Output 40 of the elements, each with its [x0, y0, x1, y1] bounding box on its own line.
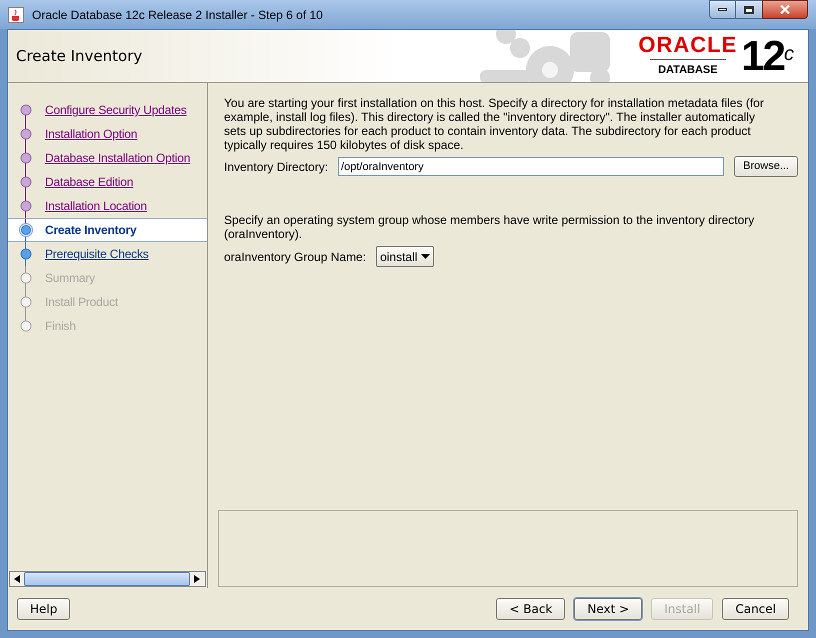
step-dot-icon [19, 151, 33, 165]
close-icon [780, 5, 790, 14]
intro-text: You are starting your first installation on this host. Specify a directory for installation metadata files (for example, install log files). This directory is called the "inventory directory". The installer automatically sets up subdirectories for each product to contain inventory data. The subdirectory for each product typically requires 150 kilobytes of disk space. [223, 96, 765, 152]
field-label: oraInventory Group Name: [224, 248, 366, 266]
brand-text: ORACLE [638, 34, 738, 56]
wizard-button[interactable]: Cancel [722, 598, 789, 620]
step-link[interactable]: Database Edition [45, 173, 134, 191]
group-intro-text: Specify an operating system group whose members have write permission to the inventory directory (oraInventory). [223, 213, 756, 241]
step-link: Summary [45, 270, 95, 287]
step-link[interactable]: Database Installation Option [45, 149, 190, 167]
window-title: Oracle Database 12c Release 2 Installer - Step 6 of 10 [32, 6, 324, 24]
group-name-dropdown[interactable]: oinstall [376, 246, 434, 267]
version-text: 12$^{c}$ [741, 35, 792, 77]
step-dot-icon [19, 223, 33, 237]
help-button[interactable]: Help [17, 598, 70, 620]
dropdown-caret-icon [421, 254, 430, 259]
java-cup-icon [8, 6, 24, 22]
close-button[interactable] [762, 0, 808, 19]
step-dot-icon [19, 127, 33, 141]
step-link: Install Product [45, 294, 118, 311]
wizard-button[interactable]: Next > [574, 598, 642, 620]
minimize-button[interactable] [709, 0, 736, 19]
step-dot-icon [19, 199, 33, 213]
step-dot-icon [19, 103, 33, 117]
scroll-thumb[interactable] [24, 572, 190, 586]
maximize-button[interactable] [736, 0, 762, 19]
step-dot-icon [19, 175, 33, 189]
step-link[interactable]: Prerequisite Checks [45, 245, 149, 263]
step-link: Finish [45, 318, 76, 335]
step-link[interactable]: Installation Option [45, 125, 138, 143]
wizard-button[interactable]: < Back [496, 598, 566, 620]
inventory-directory-field[interactable]: /opt/oraInventory [338, 157, 724, 176]
field-label: Inventory Directory: [224, 158, 328, 176]
step-link[interactable]: Configure Security Updates [45, 101, 187, 119]
horizontal-scrollbar[interactable] [9, 571, 206, 587]
product-text: DATABASE [650, 58, 726, 78]
step-link[interactable]: Installation Location [45, 197, 147, 215]
browse-button[interactable]: Browse... [734, 156, 798, 177]
step-dot-icon [19, 247, 33, 261]
page-title: Create Inventory [15, 46, 144, 67]
